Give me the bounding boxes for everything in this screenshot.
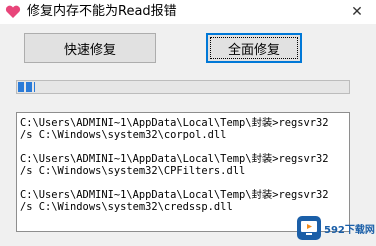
log-line: /s C:\Windows\system32\credssp.dll <box>20 201 233 213</box>
log-line: C:\Users\ADMINI~1\AppData\Local\Temp\封装>… <box>20 117 329 129</box>
log-line: /s C:\Windows\system32\corpol.dll <box>20 129 227 141</box>
log-line: C:\Users\ADMINI~1\AppData\Local\Temp\封装>… <box>20 153 329 165</box>
full-repair-button[interactable]: 全面修复 <box>206 33 302 63</box>
app-heart-icon <box>5 5 21 18</box>
watermark-text: 592下载网 <box>324 225 375 236</box>
title-bar[interactable]: 修复内存不能为Read报错 ✕ <box>0 0 376 24</box>
log-line: /s C:\Windows\system32\CPFilters.dll <box>20 165 246 177</box>
progress-fill <box>18 82 35 92</box>
watermark: 592下载网 <box>296 214 376 246</box>
quick-repair-button[interactable]: 快速修复 <box>24 33 156 63</box>
focus-rectangle <box>210 37 298 59</box>
repair-window: 修复内存不能为Read报错 ✕ 快速修复 全面修复 C:\Users\ADMIN… <box>0 0 376 246</box>
log-line: C:\Users\ADMINI~1\AppData\Local\Temp\封装>… <box>20 189 329 201</box>
progress-bar <box>16 80 350 94</box>
close-button[interactable]: ✕ <box>338 0 376 24</box>
close-icon: ✕ <box>351 4 363 20</box>
window-title: 修复内存不能为Read报错 <box>27 4 177 19</box>
watermark-logo-icon <box>297 216 321 240</box>
